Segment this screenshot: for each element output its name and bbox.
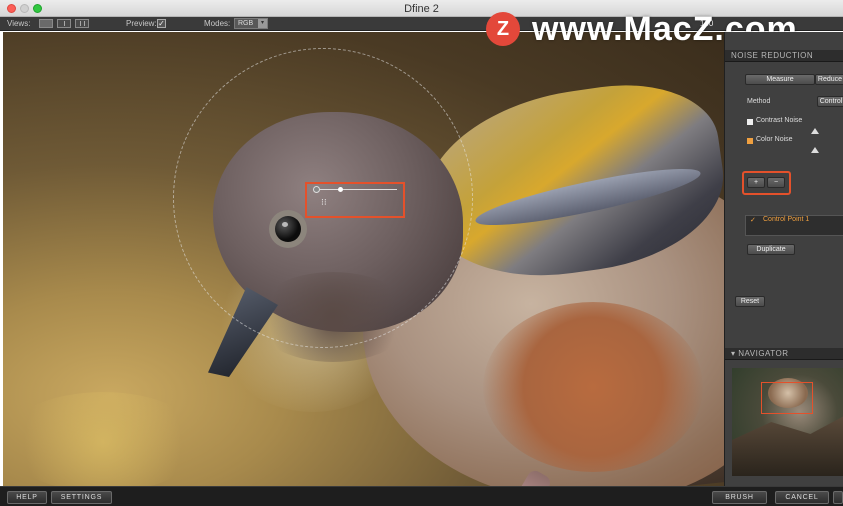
reduce-button[interactable]: Reduce (815, 74, 843, 85)
control-point-handles-icon[interactable]: ⁝⁝ (321, 198, 333, 211)
preview-checkbox[interactable]: ✓ (157, 19, 166, 28)
single-view-button[interactable] (39, 19, 53, 28)
mode-select-value: RGB (238, 20, 254, 27)
cancel-button[interactable]: CANCEL (775, 491, 829, 504)
brush-button[interactable]: BRUSH (712, 491, 767, 504)
split-view-button[interactable] (57, 19, 71, 28)
measure-button[interactable]: Measure (745, 74, 815, 85)
settings-button[interactable]: SETTINGS (51, 491, 112, 504)
help-button[interactable]: HELP (7, 491, 47, 504)
chevron-down-icon: ▾ (258, 19, 267, 28)
noise-reduction-header[interactable]: NOISE REDUCTION (725, 50, 843, 62)
control-point-highlight (305, 182, 405, 218)
navigator-header-label: NAVIGATOR (738, 349, 789, 358)
contrast-noise-slider-triangle-icon[interactable] (811, 128, 819, 134)
control-point-label[interactable]: Control Point 1 (763, 216, 809, 223)
image-canvas[interactable]: ⁝⁝ (3, 32, 724, 486)
navigator-rock (732, 416, 843, 476)
duplicate-button[interactable]: Duplicate (747, 244, 795, 255)
watermark-logo: Z (486, 12, 520, 46)
navigator-viewport-rect[interactable] (761, 382, 813, 414)
modes-label: Modes: (204, 19, 231, 28)
contrast-noise-swatch-icon (747, 119, 753, 125)
side-by-side-view-button[interactable] (75, 19, 89, 28)
right-panel: NOISE REDUCTION Measure Reduce Method Co… (724, 32, 843, 486)
views-label: Views: (7, 19, 31, 28)
bottom-bar: HELP SETTINGS BRUSH CANCEL (0, 486, 843, 506)
contrast-noise-label: Contrast Noise (756, 117, 803, 124)
remove-control-point-button[interactable]: − (767, 177, 785, 188)
control-point-size-slider[interactable] (317, 189, 397, 190)
preview-label: Preview: (126, 19, 157, 28)
navigator-thumbnail[interactable] (732, 368, 843, 476)
method-label: Method (747, 98, 771, 105)
control-point-slider-knob[interactable] (338, 187, 343, 192)
color-noise-swatch-icon (747, 138, 753, 144)
bird-belly (483, 302, 703, 472)
navigator-header[interactable]: ▾ NAVIGATOR (725, 348, 843, 360)
color-noise-label: Color Noise (756, 136, 793, 143)
color-noise-slider-triangle-icon[interactable] (811, 147, 819, 153)
reset-button[interactable]: Reset (735, 296, 765, 307)
control-point-check-icon[interactable]: ✓ (750, 216, 756, 224)
add-control-point-button[interactable]: + (747, 177, 765, 188)
method-select[interactable]: Control (817, 96, 843, 107)
control-point-node[interactable] (313, 186, 320, 193)
background-glow (3, 392, 203, 486)
ok-button-partial[interactable] (833, 491, 843, 504)
mode-select[interactable]: RGB ▾ (234, 18, 268, 29)
